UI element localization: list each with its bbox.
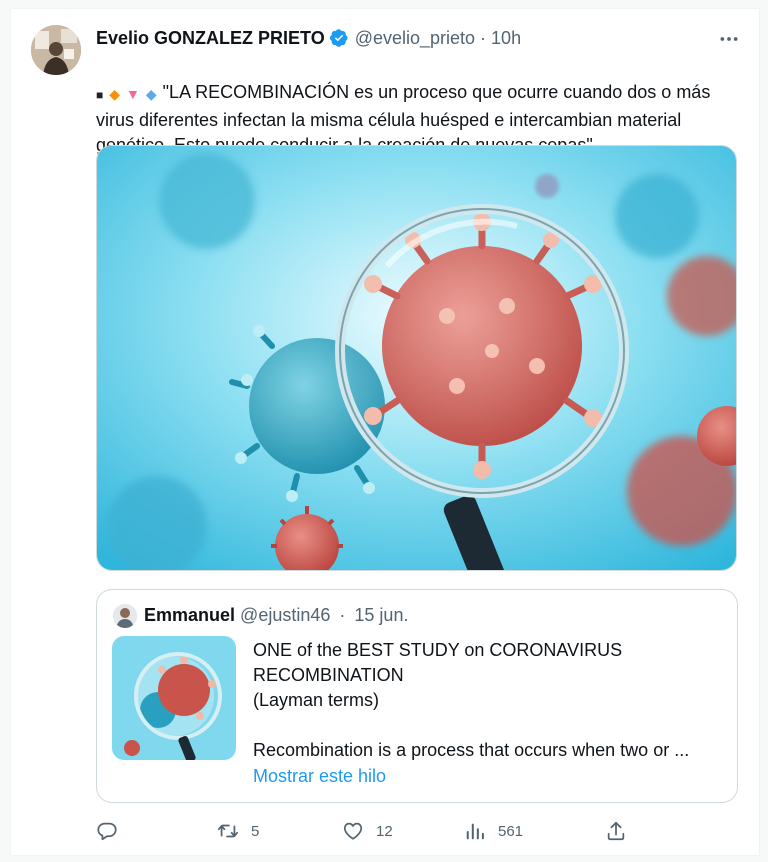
quoted-text-line: RECOMBINATION — [253, 665, 404, 685]
black-square-icon: ■ — [96, 88, 104, 102]
views-button[interactable]: 561 — [464, 817, 523, 845]
author-name[interactable]: Evelio GONZALEZ PRIETO — [96, 28, 325, 49]
quoted-author-handle[interactable]: @ejustin46 — [240, 605, 330, 625]
retweet-icon — [217, 820, 239, 842]
reply-button[interactable] — [96, 817, 130, 845]
pink-triangle-icon: ▼ — [126, 86, 140, 102]
author-handle[interactable]: @evelio_prieto — [355, 28, 475, 49]
quoted-header: Emmanuel @ejustin46 · 15 jun. — [144, 605, 408, 626]
tweet-text: ■ ◆ ▼ ◆ "LA RECOMBINACIÓN es un proceso que … — [96, 55, 746, 158]
retweet-button[interactable]: 5 — [217, 817, 259, 845]
blue-diamond-icon: ◆ — [145, 86, 157, 102]
share-button[interactable] — [605, 817, 627, 845]
like-button[interactable]: 12 — [342, 817, 393, 845]
heart-icon — [342, 820, 364, 842]
quoted-text: ONE of the BEST STUDY on CORONAVIRUS REC… — [253, 638, 728, 763]
quoted-text-line: (Layman terms) — [253, 690, 380, 710]
tweet-actions: 5 12 561 — [96, 817, 736, 845]
share-icon — [605, 820, 627, 842]
quoted-media-thumbnail[interactable] — [112, 636, 236, 760]
like-count: 12 — [376, 822, 393, 840]
quoted-separator: · — [339, 605, 346, 625]
quoted-tweet[interactable]: Emmanuel @ejustin46 · 15 jun. ONE of the… — [96, 589, 738, 803]
retweet-count: 5 — [251, 822, 260, 840]
tweet-media-image[interactable] — [96, 145, 737, 571]
tweet-card[interactable]: Evelio GONZALEZ PRIETO @evelio_prieto · … — [10, 8, 760, 856]
quoted-author-avatar[interactable] — [113, 604, 137, 628]
tweet-header: Evelio GONZALEZ PRIETO @evelio_prieto · … — [96, 27, 521, 49]
reply-icon — [96, 820, 118, 842]
orange-diamond-icon: ◆ — [109, 86, 121, 102]
more-options-icon[interactable] — [717, 29, 741, 49]
analytics-icon — [464, 820, 486, 842]
verified-badge-icon — [329, 28, 349, 48]
quoted-timestamp[interactable]: 15 jun. — [354, 605, 408, 625]
show-thread-link[interactable]: Mostrar este hilo — [253, 766, 386, 787]
tweet-timestamp[interactable]: 10h — [491, 28, 521, 49]
quoted-author-name[interactable]: Emmanuel — [144, 605, 235, 625]
author-avatar[interactable] — [31, 25, 81, 75]
header-separator: · — [480, 27, 487, 48]
quoted-text-line: ONE of the BEST STUDY on CORONAVIRUS — [253, 640, 623, 660]
quoted-text-line: Recombination is a process that occurs w… — [253, 740, 690, 760]
views-count: 561 — [498, 822, 524, 840]
